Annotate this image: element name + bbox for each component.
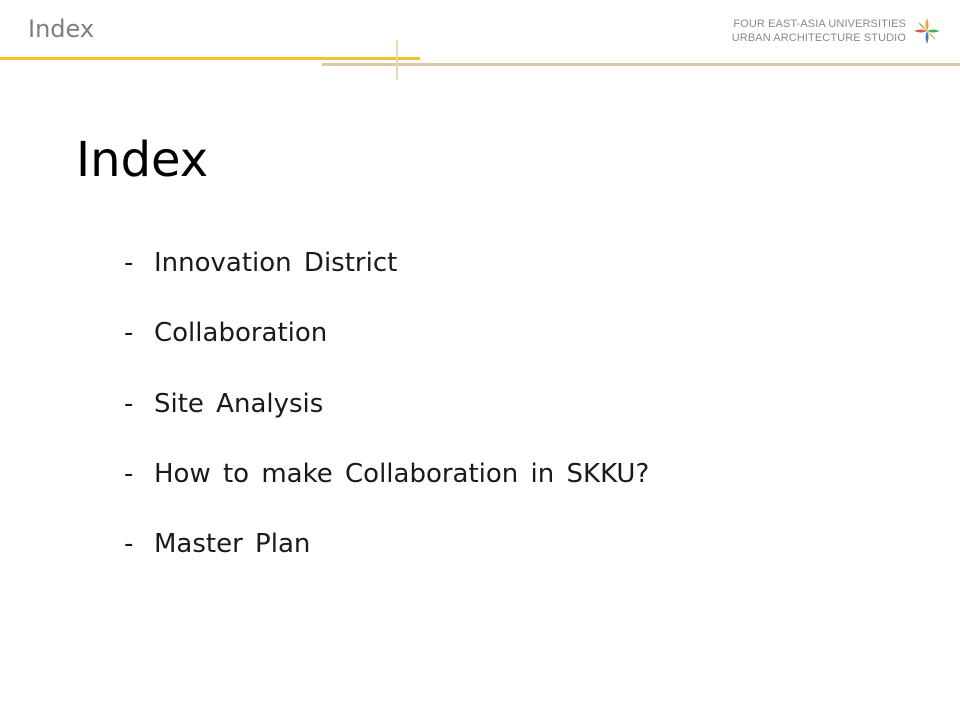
list-item-label: Master Plan [154,529,311,560]
list-item: - Master Plan [124,529,649,599]
list-item-label: Collaboration [154,318,328,349]
bullet-dash: - [124,318,134,349]
bullet-dash: - [124,388,134,419]
list-item: - How to make Collaboration in SKKU? [124,459,649,529]
list-item: - Innovation District [124,248,649,318]
brand-line-1: FOUR EAST-ASIA UNIVERSITIES [733,18,906,30]
bullet-dash: - [124,458,134,489]
index-list: - Innovation District - Collaboration - … [124,248,649,599]
list-item-label: Innovation District [154,248,398,278]
header-cross-mark [396,40,398,80]
header-tan-divider [322,63,960,66]
list-item: - Site Analysis [124,389,649,459]
bullet-dash: - [124,529,134,560]
bullet-dash: - [124,248,134,278]
section-title: Index [28,15,95,43]
brand-text: FOUR EAST-ASIA UNIVERSITIES URBAN ARCHIT… [732,17,906,45]
list-item-label: How to make Collaboration in SKKU? [154,458,650,489]
list-item-label: Site Analysis [154,388,324,419]
list-item: - Collaboration [124,318,649,388]
four-color-star-logo-icon [914,18,940,44]
slide-title: Index [76,132,209,188]
brand-line-2: URBAN ARCHITECTURE STUDIO [731,32,906,44]
header-gold-divider [0,57,420,60]
